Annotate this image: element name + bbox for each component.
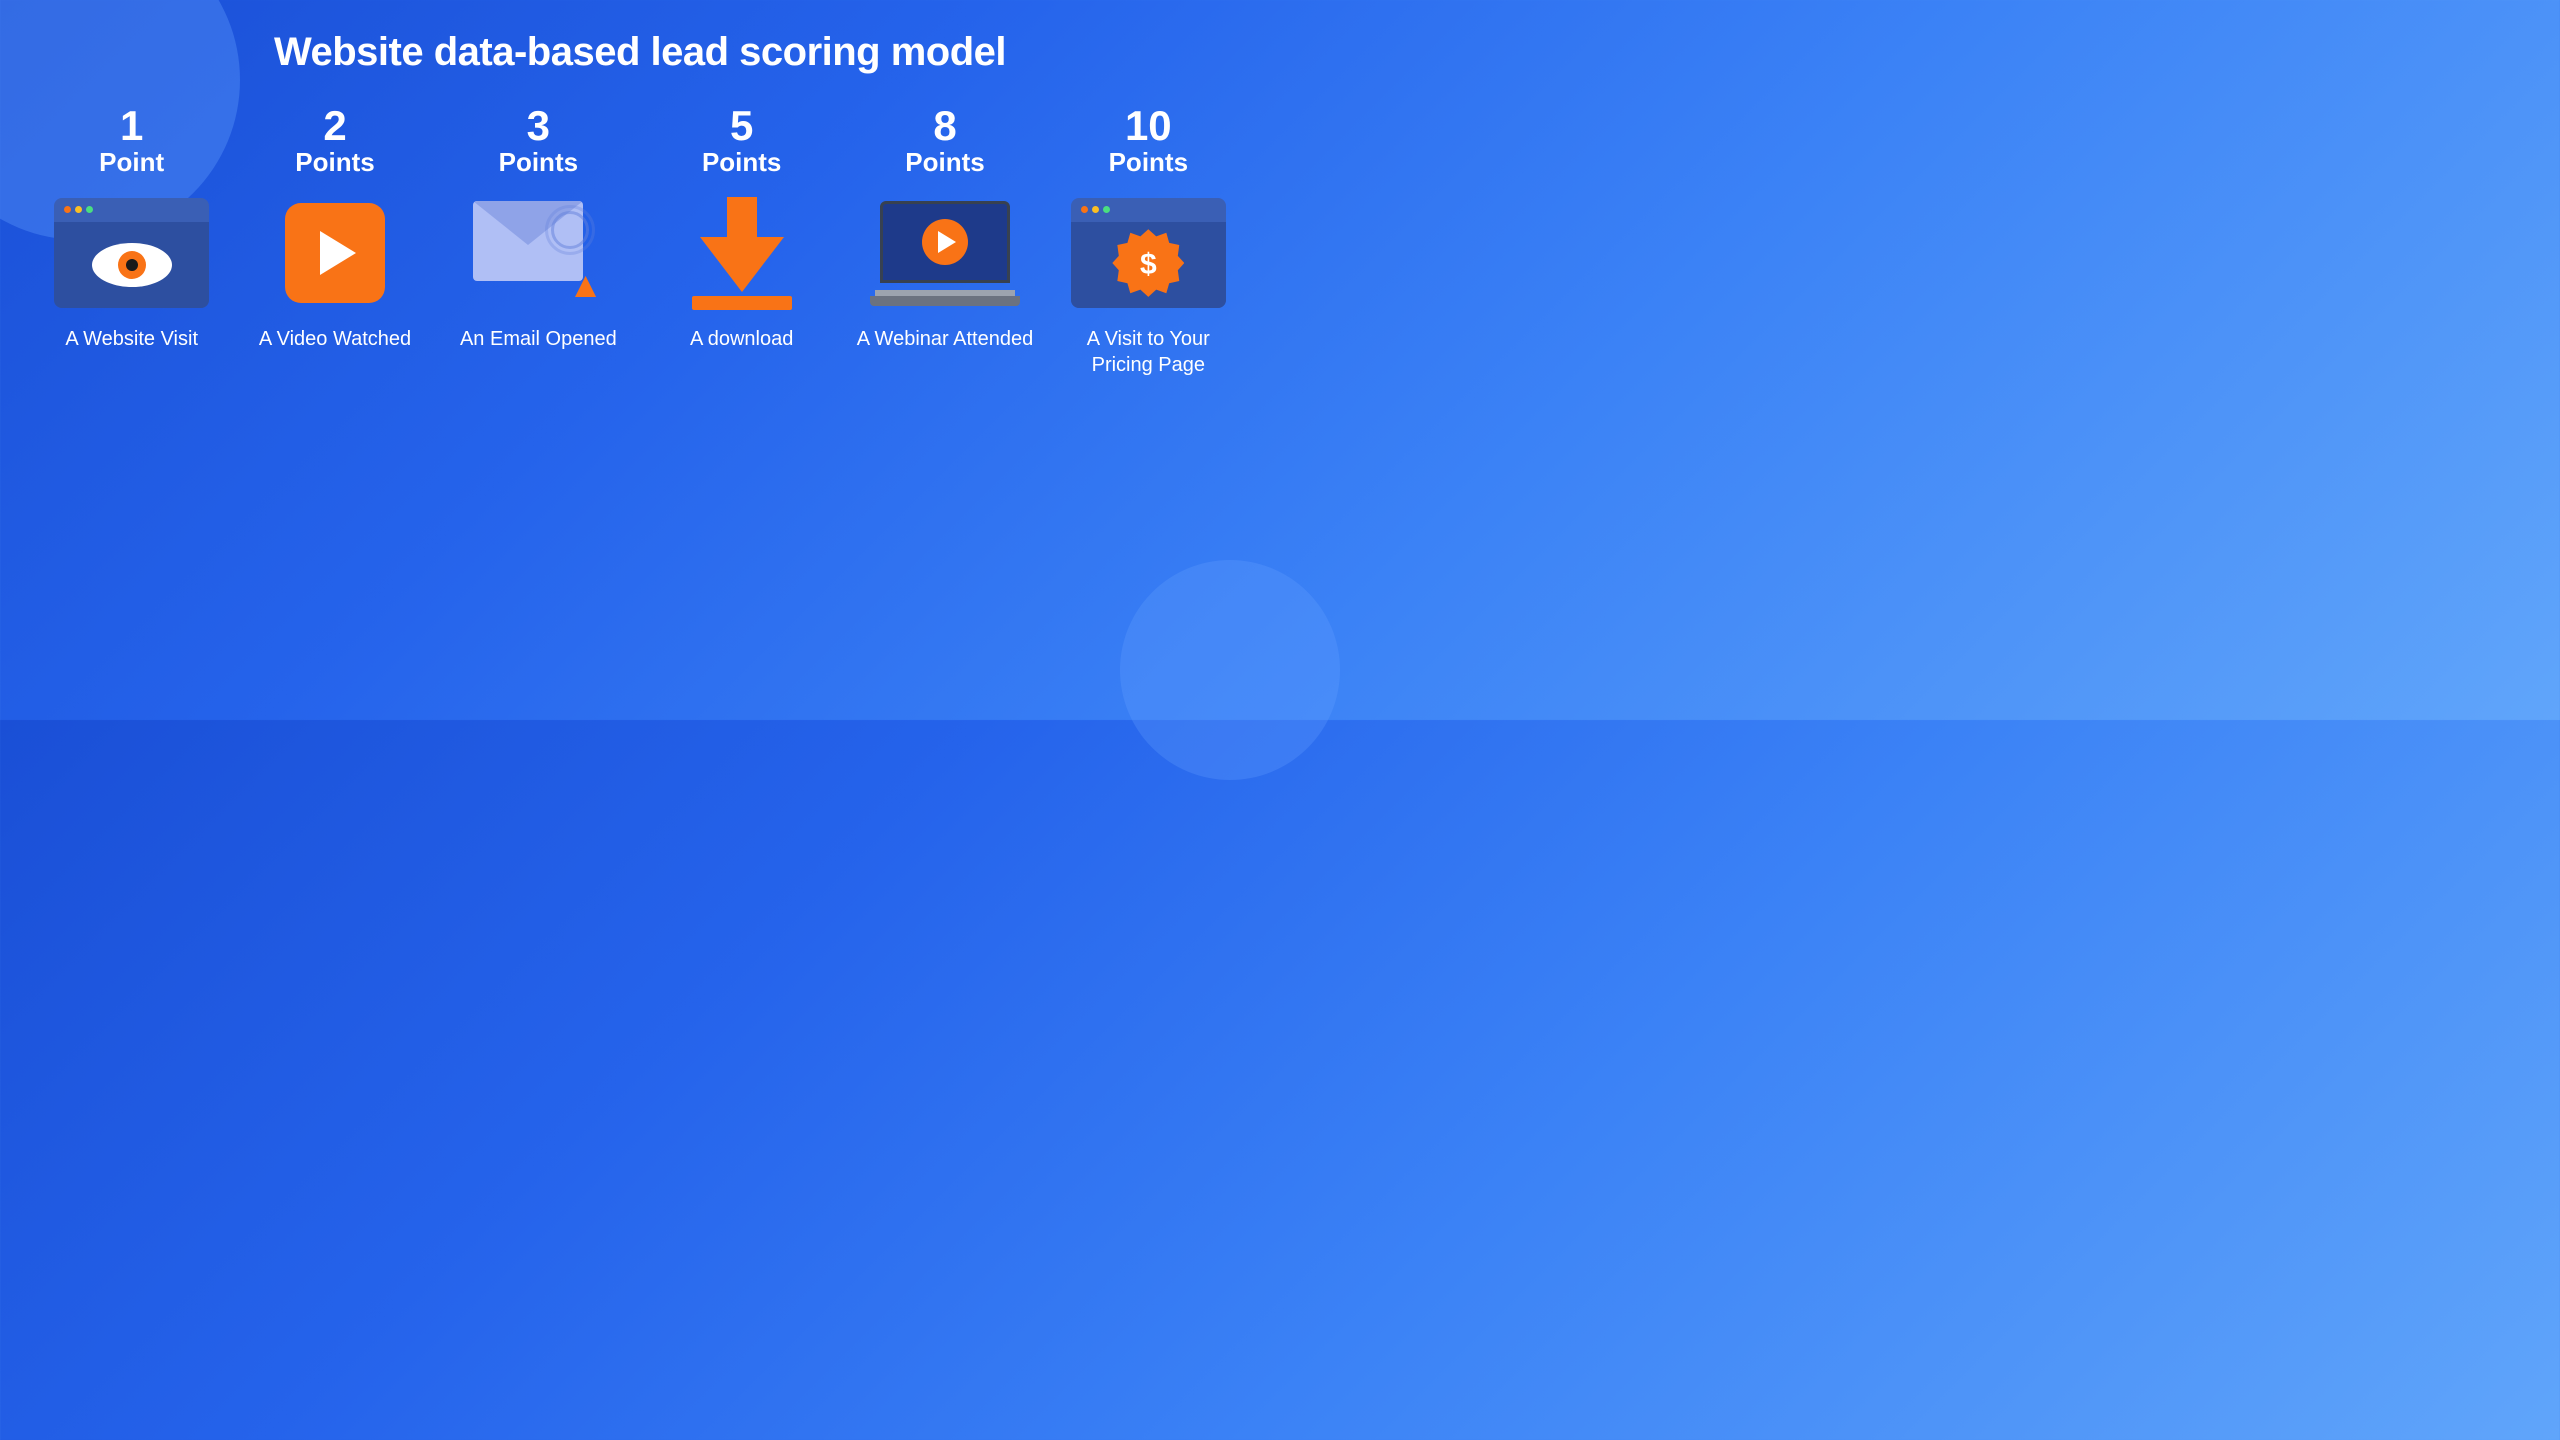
points-number-3: 3 bbox=[499, 105, 578, 147]
points-number-6: 10 bbox=[1109, 105, 1188, 147]
page-title: Website data-based lead scoring model bbox=[274, 30, 1006, 75]
cursor-icon: ▲ bbox=[568, 264, 604, 306]
browser-dot-3 bbox=[86, 206, 93, 213]
icon-container-6: $ bbox=[1068, 198, 1228, 308]
points-label-6: 10 Points bbox=[1109, 105, 1188, 178]
browser-dots bbox=[64, 206, 93, 213]
points-label-4: 5 Points bbox=[702, 105, 781, 178]
download-stem-top bbox=[727, 197, 757, 237]
eye-icon bbox=[92, 243, 172, 287]
item-label-2: A Video Watched bbox=[259, 326, 411, 352]
points-label-2: 2 Points bbox=[295, 105, 374, 178]
points-number-2: 2 bbox=[295, 105, 374, 147]
eye-pupil bbox=[126, 259, 138, 271]
video-play-icon bbox=[285, 203, 385, 303]
ripple-inner bbox=[551, 211, 589, 249]
download-arrow-group bbox=[692, 197, 792, 310]
item-webinar-attended: 8 Points A Webinar Attended bbox=[853, 105, 1036, 352]
scoring-items-row: 1 Point bbox=[40, 105, 1240, 378]
laptop-hinge bbox=[875, 290, 1015, 296]
icon-container-2 bbox=[255, 198, 415, 308]
points-word-6: Points bbox=[1109, 147, 1188, 178]
item-label-5: A Webinar Attended bbox=[857, 326, 1033, 352]
icon-container-1 bbox=[52, 198, 212, 308]
eye-outer bbox=[92, 243, 172, 287]
item-download: 5 Points A download bbox=[650, 105, 833, 352]
laptop-play-triangle bbox=[938, 231, 956, 253]
item-pricing-page: 10 Points $ A Visit to Y bbox=[1057, 105, 1240, 378]
pricing-dot-1 bbox=[1081, 206, 1088, 213]
points-number-5: 8 bbox=[905, 105, 984, 147]
item-label-1: A Website Visit bbox=[65, 326, 198, 352]
points-number-4: 5 bbox=[702, 105, 781, 147]
points-word-5: Points bbox=[905, 147, 984, 178]
points-label-3: 3 Points bbox=[499, 105, 578, 178]
icon-container-5 bbox=[865, 198, 1025, 308]
browser-body bbox=[54, 222, 209, 308]
item-video-watched: 2 Points A Video Watched bbox=[243, 105, 426, 352]
pricing-dot-3 bbox=[1103, 206, 1110, 213]
laptop-video-icon bbox=[870, 201, 1020, 306]
points-word-2: Points bbox=[295, 147, 374, 178]
item-website-visit: 1 Point bbox=[40, 105, 223, 352]
laptop-screen bbox=[880, 201, 1010, 283]
laptop-base bbox=[870, 296, 1020, 306]
points-word-4: Points bbox=[702, 147, 781, 178]
laptop-play-button bbox=[922, 219, 968, 265]
main-container: Website data-based lead scoring model 1 … bbox=[0, 0, 1280, 720]
points-number-1: 1 bbox=[99, 105, 164, 147]
play-triangle-icon bbox=[320, 231, 356, 275]
pricing-browser-dots bbox=[1081, 206, 1110, 213]
download-arrow-head bbox=[700, 237, 784, 292]
item-label-3: An Email Opened bbox=[460, 326, 617, 352]
dollar-sign: $ bbox=[1140, 248, 1157, 282]
points-word-1: Point bbox=[99, 147, 164, 178]
item-label-4: A download bbox=[690, 326, 793, 352]
browser-eye-icon bbox=[54, 198, 209, 308]
download-base bbox=[692, 296, 792, 310]
download-arrow-icon bbox=[692, 197, 792, 310]
icon-container-3: ▲ bbox=[458, 198, 618, 308]
eye-iris bbox=[118, 251, 146, 279]
points-word-3: Points bbox=[499, 147, 578, 178]
browser-dot-2 bbox=[75, 206, 82, 213]
dollar-badge-icon: $ bbox=[1112, 229, 1184, 301]
points-label-5: 8 Points bbox=[905, 105, 984, 178]
browser-dollar-icon: $ bbox=[1071, 198, 1226, 308]
item-label-6: A Visit to Your Pricing Page bbox=[1057, 326, 1240, 378]
pricing-browser-body: $ bbox=[1071, 222, 1226, 308]
email-cursor-icon: ▲ bbox=[473, 201, 603, 306]
points-label-1: 1 Point bbox=[99, 105, 164, 178]
item-email-opened: 3 Points ▲ An Email Opened bbox=[447, 105, 630, 352]
icon-container-4 bbox=[662, 198, 822, 308]
pricing-dot-2 bbox=[1092, 206, 1099, 213]
browser-dot-1 bbox=[64, 206, 71, 213]
